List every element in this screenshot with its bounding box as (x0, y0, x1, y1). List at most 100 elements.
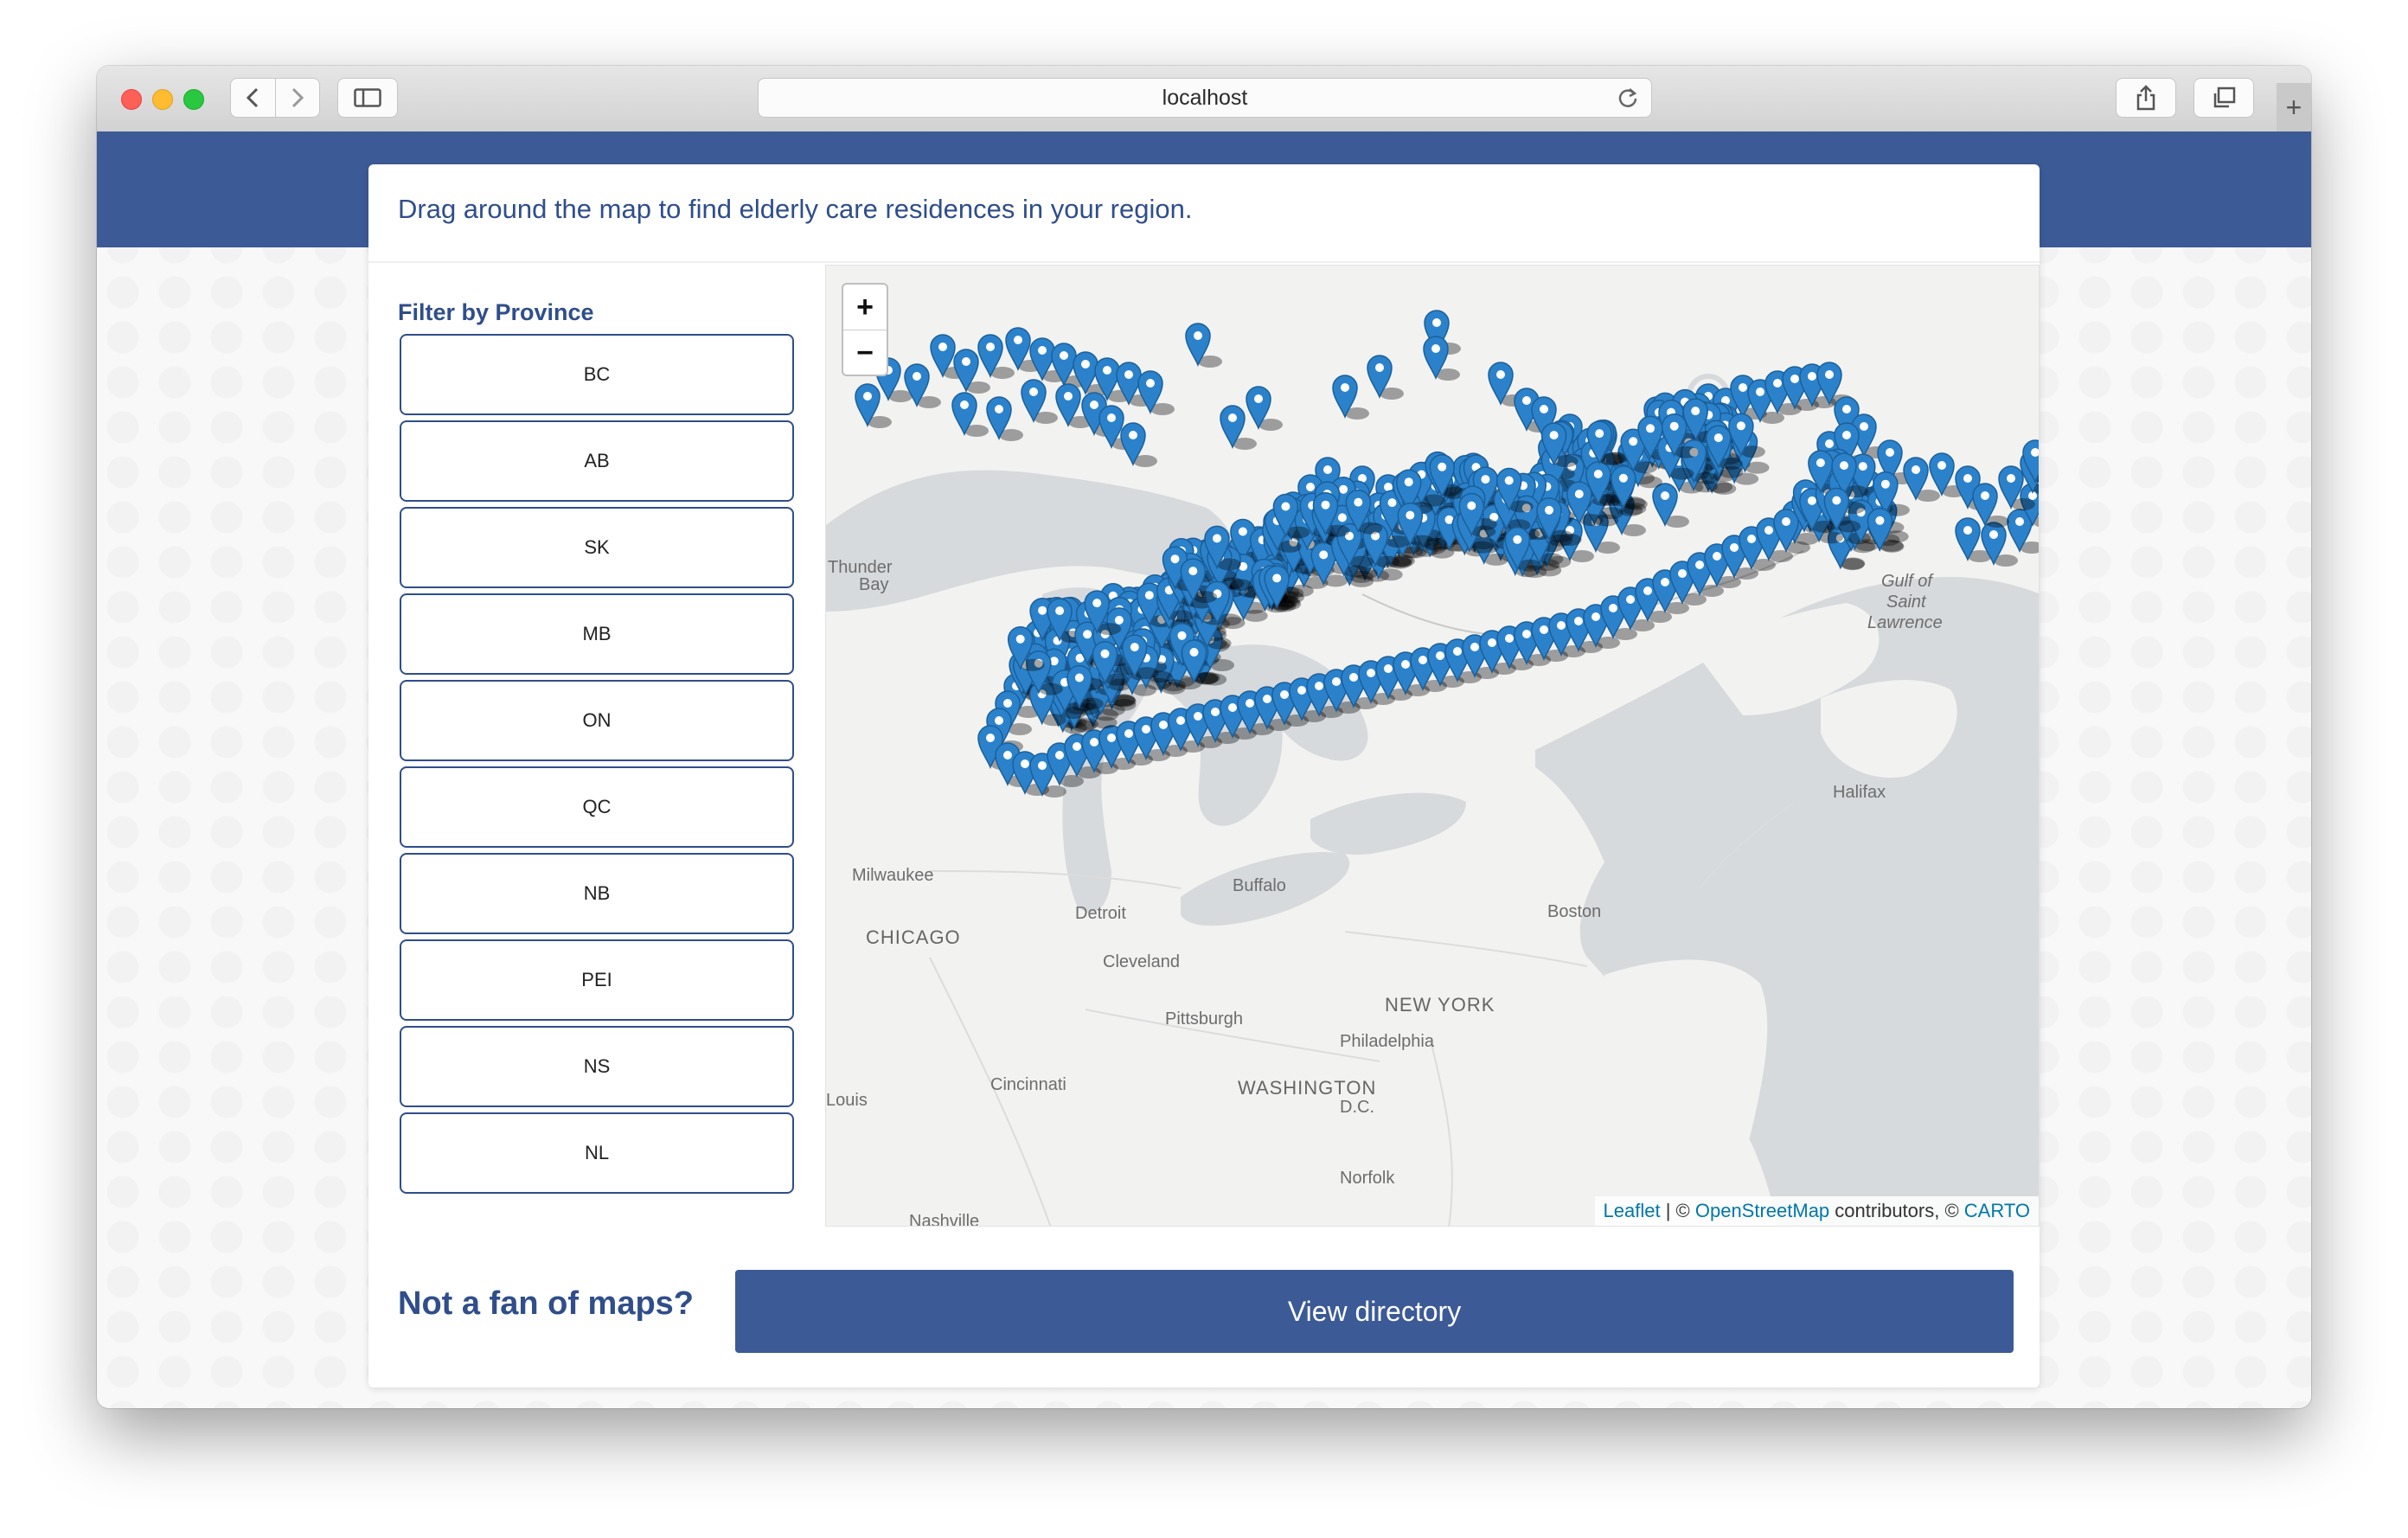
location-marker-dot (1825, 370, 1834, 379)
location-marker[interactable] (1332, 375, 1369, 420)
chevron-left-icon (247, 87, 259, 108)
province-filter-pei-button[interactable]: PEI (400, 939, 794, 1021)
province-filter-list: BC AB SK MB ON QC NB PEI NS NL (400, 334, 794, 1199)
province-filter-nb-button[interactable]: NB (400, 853, 794, 934)
location-marker-dot (1419, 656, 1427, 664)
new-tab-button[interactable]: + (2277, 83, 2311, 131)
reload-icon (1618, 88, 1637, 107)
location-marker[interactable] (1423, 336, 1460, 381)
back-button[interactable] (231, 79, 275, 117)
location-marker-dot (1842, 431, 1851, 439)
location-marker-dot (1782, 517, 1790, 526)
location-marker-dot (1858, 462, 1867, 471)
location-marker-dot (1860, 422, 1868, 431)
location-marker-dot (1886, 448, 1894, 457)
location-marker[interactable] (1021, 379, 1058, 424)
location-marker-dot (1387, 498, 1397, 508)
city-label: Bay (859, 575, 889, 594)
province-filter-on-button[interactable]: ON (400, 680, 794, 761)
browser-window: localhost + Drag around the map to find … (97, 66, 2311, 1408)
location-marker-dot (1064, 392, 1073, 401)
location-marker-dot (1038, 761, 1047, 770)
province-filter-mb-button[interactable]: MB (400, 593, 794, 675)
zoom-out-button[interactable]: − (843, 330, 887, 375)
reload-button[interactable] (1617, 87, 1639, 115)
location-marker[interactable] (1137, 370, 1175, 415)
location-marker-dot (1354, 497, 1363, 507)
map[interactable]: Thunder Bay Milwaukee CHICAGO Detroit Cl… (825, 265, 2040, 1227)
chevron-right-icon (291, 87, 304, 108)
view-directory-button[interactable]: View directory (735, 1270, 2014, 1353)
province-filter-ns-button[interactable]: NS (400, 1026, 794, 1107)
location-marker-dot (1055, 751, 1064, 759)
plus-icon: + (2285, 91, 2302, 123)
location-marker-dot (913, 372, 921, 381)
location-marker[interactable] (1120, 422, 1157, 467)
location-marker[interactable] (1367, 355, 1404, 400)
share-button[interactable] (2116, 78, 2176, 118)
zoom-in-button[interactable]: + (843, 285, 887, 330)
province-filter-bc-button[interactable]: BC (400, 334, 794, 415)
city-label: Boston (1547, 902, 1602, 921)
intro-text: Drag around the map to find elderly care… (398, 194, 1193, 224)
directory-prompt: Not a fan of maps? (398, 1285, 695, 1322)
location-marker-dot (1038, 606, 1047, 615)
location-marker-dot (1467, 501, 1476, 510)
attribution-text: contributors, © (1829, 1200, 1964, 1221)
location-marker-dot (1691, 407, 1700, 416)
province-filter-ab-button[interactable]: AB (400, 420, 794, 502)
location-marker-dot (1194, 712, 1202, 721)
location-marker-dot (1263, 695, 1271, 703)
city-label: Cincinnati (990, 1075, 1066, 1094)
location-marker-dot (1083, 630, 1092, 639)
city-label: NEW YORK (1385, 994, 1495, 1016)
location-marker-dot (1406, 510, 1415, 520)
location-marker-dot (1963, 474, 1972, 483)
forward-button[interactable] (274, 79, 320, 117)
city-label: CHICAGO (866, 926, 961, 948)
show-tabs-button[interactable] (2193, 78, 2254, 118)
zoom-window-button[interactable] (183, 89, 204, 110)
location-marker-dot (1574, 490, 1584, 499)
carto-link[interactable]: CARTO (1964, 1200, 2030, 1221)
location-marker-dot (1189, 648, 1199, 657)
province-filter-nl-button[interactable]: NL (400, 1112, 794, 1194)
location-marker-dot (1297, 686, 1306, 695)
province-filter-sk-button[interactable]: SK (400, 507, 794, 588)
location-marker-dot (1170, 554, 1180, 564)
location-marker[interactable] (904, 363, 941, 408)
location-marker[interactable] (951, 392, 989, 437)
location-marker-dot (1695, 561, 1704, 569)
attribution-separator: | © (1660, 1200, 1695, 1221)
location-marker[interactable] (986, 396, 1023, 441)
leaflet-link[interactable]: Leaflet (1604, 1200, 1661, 1221)
map-card: Drag around the map to find elderly care… (368, 164, 2040, 1387)
location-marker-dot (1337, 513, 1347, 522)
close-window-button[interactable] (121, 89, 142, 110)
location-marker[interactable] (1185, 323, 1222, 368)
location-marker-dot (1349, 673, 1358, 682)
location-marker-dot (1021, 759, 1029, 768)
location-marker-dot (1661, 578, 1669, 586)
city-label: Philadelphia (1340, 1032, 1434, 1051)
city-label: Detroit (1075, 904, 1126, 923)
city-label: Milwaukee (852, 866, 934, 885)
location-marker-dot (1100, 649, 1110, 658)
location-marker-dot (1281, 502, 1290, 511)
location-marker-dot (1228, 413, 1237, 422)
location-marker[interactable] (1246, 386, 1283, 431)
location-marker-dot (995, 716, 1003, 725)
location-marker-dot (1114, 615, 1124, 625)
province-filter-qc-button[interactable]: QC (400, 766, 794, 848)
location-marker-dot (1756, 388, 1764, 396)
osm-link[interactable]: OpenStreetMap (1695, 1200, 1829, 1221)
address-bar[interactable]: localhost (758, 78, 1652, 118)
location-marker-dot (1436, 651, 1444, 660)
sidebar-toggle-button[interactable] (337, 78, 398, 118)
minimize-window-button[interactable] (152, 89, 173, 110)
location-marker-dot (1107, 734, 1116, 742)
location-marker-dot (1773, 379, 1782, 388)
location-marker-dot (1438, 462, 1447, 471)
city-label: WASHINGTON (1238, 1077, 1377, 1099)
location-marker-dot (1504, 476, 1514, 485)
